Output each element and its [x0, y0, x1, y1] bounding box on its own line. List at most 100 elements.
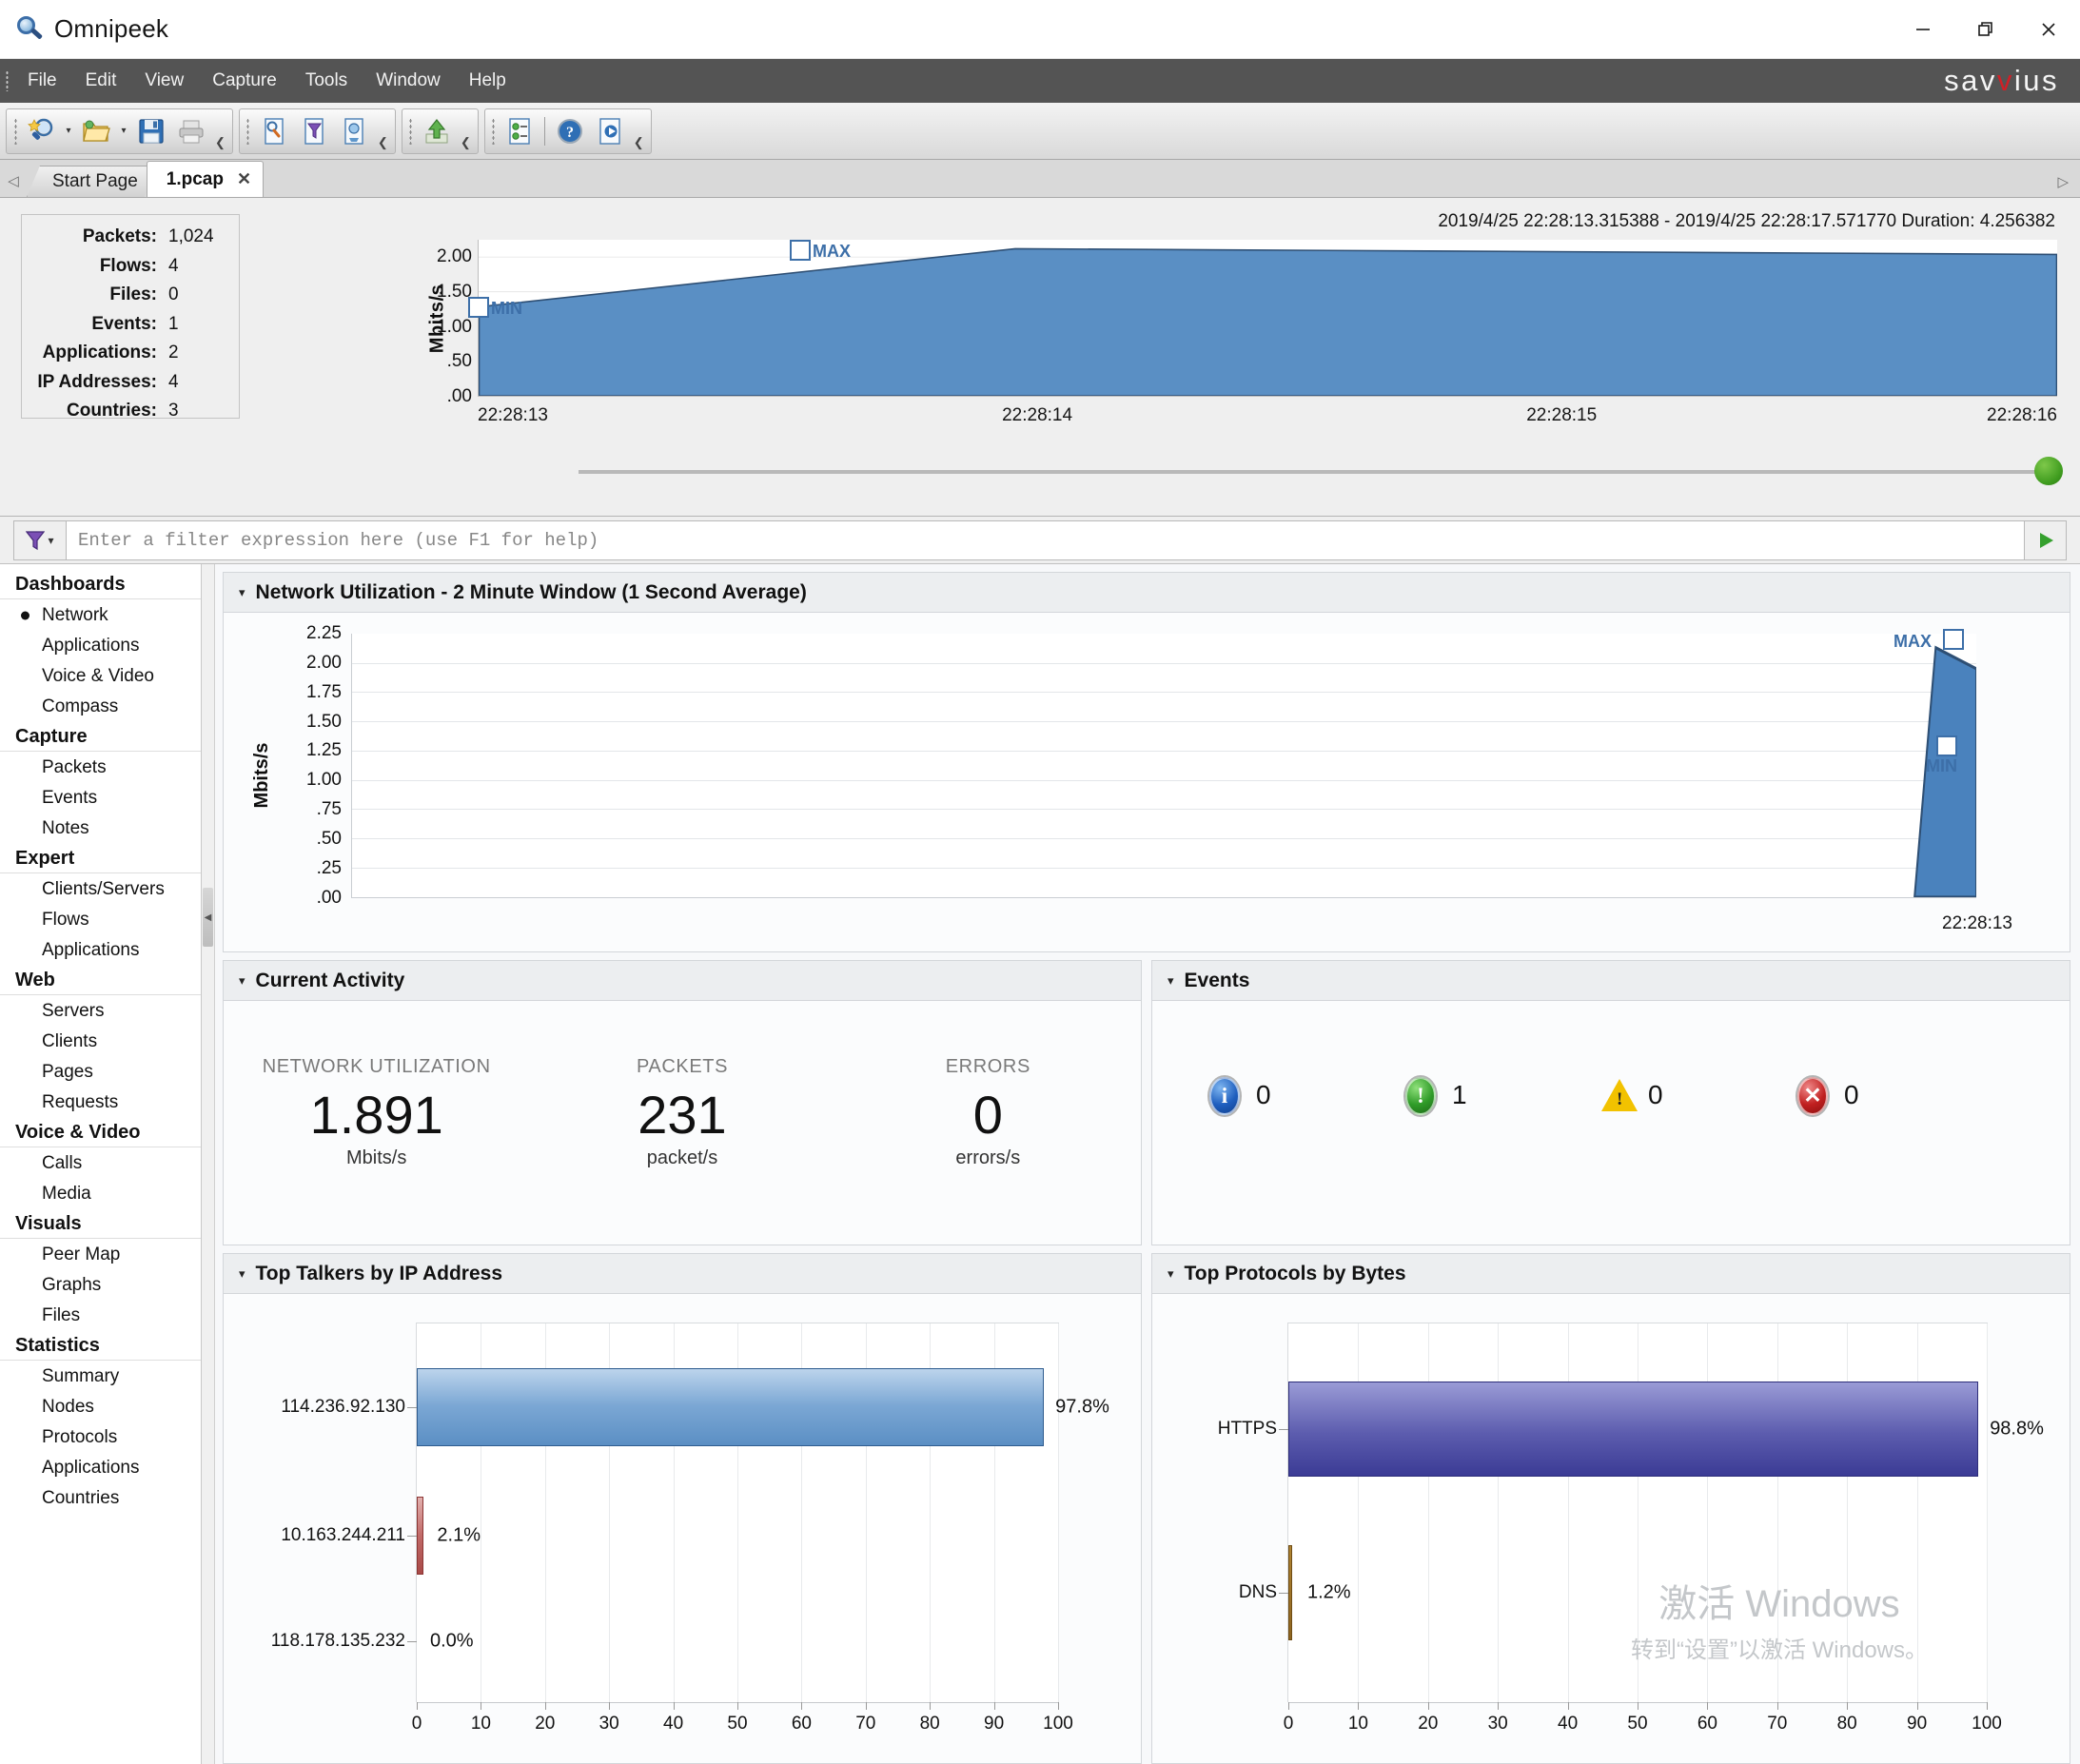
- upload-icon[interactable]: [417, 111, 457, 151]
- top-talkers-chart[interactable]: 114.236.92.130 97.8% 10.163.244.211 2.1%…: [224, 1294, 1141, 1763]
- maximize-restore-button[interactable]: [1954, 0, 2017, 58]
- close-icon[interactable]: ✕: [237, 169, 251, 189]
- tab-1-pcap[interactable]: 1.pcap ✕: [146, 161, 265, 197]
- collapse-caret-icon[interactable]: ▾: [239, 585, 245, 600]
- sidebar-item-applications-stats[interactable]: Applications: [0, 1453, 201, 1483]
- sidebar-item-servers[interactable]: Servers: [0, 996, 201, 1027]
- filter-dropdown-button[interactable]: ▾: [13, 519, 67, 560]
- toolbar-overflow-icon[interactable]: ❮: [374, 135, 392, 150]
- sidebar-item-packets[interactable]: Packets: [0, 753, 201, 783]
- toolbar-grip[interactable]: [10, 115, 21, 147]
- minimize-button[interactable]: [1892, 0, 1954, 58]
- sidebar-item-requests[interactable]: Requests: [0, 1088, 201, 1118]
- menu-help[interactable]: Help: [455, 59, 520, 103]
- save-icon[interactable]: [131, 111, 171, 151]
- toolbar-grip[interactable]: [243, 115, 254, 147]
- sidebar-item-nodes[interactable]: Nodes: [0, 1392, 201, 1422]
- current-activity-header[interactable]: ▾ Current Activity: [224, 961, 1141, 1001]
- panel-title: Top Talkers by IP Address: [255, 1262, 503, 1284]
- top-protocols-chart[interactable]: HTTPS 98.8% DNS 1.2% 激活 Windows 转到“设置”以激…: [1152, 1294, 2070, 1763]
- collapse-caret-icon[interactable]: ▾: [1168, 973, 1174, 989]
- print-icon[interactable]: [171, 111, 211, 151]
- sidebar-item-files[interactable]: Files: [0, 1301, 201, 1331]
- menu-window[interactable]: Window: [362, 59, 455, 103]
- tab-scroll-left-icon[interactable]: ◁: [0, 172, 27, 197]
- sidebar-item-peer-map[interactable]: Peer Map: [0, 1240, 201, 1270]
- collapse-caret-icon[interactable]: ▾: [1168, 1266, 1174, 1282]
- toolbar-grip[interactable]: [405, 115, 417, 147]
- sidebar-item-network[interactable]: Network: [0, 600, 201, 631]
- new-capture-icon[interactable]: [21, 111, 61, 151]
- top-protocols-header[interactable]: ▾ Top Protocols by Bytes: [1152, 1254, 2070, 1294]
- packet-decode-icon[interactable]: [254, 111, 294, 151]
- sidebar-item-calls[interactable]: Calls: [0, 1148, 201, 1179]
- sidebar-item-protocols[interactable]: Protocols: [0, 1422, 201, 1453]
- filter-expression-input[interactable]: Enter a filter expression here (use F1 f…: [67, 519, 2025, 560]
- capture-timestamp-range: 2019/4/25 22:28:13.315388 - 2019/4/25 22…: [1438, 211, 2055, 231]
- sidebar-item-compass[interactable]: Compass: [0, 692, 201, 722]
- menu-edit[interactable]: Edit: [71, 59, 131, 103]
- apply-filter-button[interactable]: [2025, 519, 2067, 560]
- timeline-x-labels: 22:28:13 22:28:14 22:28:15 22:28:16: [478, 405, 2057, 430]
- help-icon[interactable]: ?: [550, 111, 590, 151]
- network-utilization-header[interactable]: ▾ Network Utilization - 2 Minute Window …: [224, 573, 2070, 613]
- collapse-caret-icon[interactable]: ▾: [239, 973, 245, 989]
- tab-start-page[interactable]: Start Page: [27, 166, 158, 197]
- toolbar-overflow-icon[interactable]: ❮: [630, 135, 648, 150]
- bar-segment[interactable]: [1288, 1544, 1293, 1640]
- bar-segment[interactable]: [1288, 1382, 1979, 1478]
- menu-file[interactable]: File: [13, 59, 71, 103]
- open-file-dropdown-icon[interactable]: ▾: [116, 111, 131, 151]
- top-talkers-header[interactable]: ▾ Top Talkers by IP Address: [224, 1254, 1141, 1294]
- open-file-icon[interactable]: [76, 111, 116, 151]
- sidebar-item-pages[interactable]: Pages: [0, 1057, 201, 1088]
- summary-value: 4: [168, 371, 179, 392]
- bar-segment[interactable]: [417, 1496, 424, 1575]
- x-tick: 0: [411, 1714, 422, 1734]
- bar-segment[interactable]: [417, 1367, 1045, 1446]
- sidebar-collapse-handle[interactable]: ◀: [203, 888, 213, 947]
- about-icon[interactable]: [590, 111, 630, 151]
- sidebar-item-flows[interactable]: Flows: [0, 905, 201, 935]
- summary-label: Events:: [91, 313, 157, 334]
- event-informational[interactable]: i 0: [1209, 1077, 1405, 1115]
- sidebar-item-media[interactable]: Media: [0, 1179, 201, 1209]
- capture-options-icon[interactable]: [334, 111, 374, 151]
- sidebar-item-applications-expert[interactable]: Applications: [0, 935, 201, 966]
- sidebar-item-notes[interactable]: Notes: [0, 813, 201, 844]
- sidebar-item-summary[interactable]: Summary: [0, 1362, 201, 1392]
- event-major[interactable]: 0: [1601, 1077, 1797, 1113]
- close-window-button[interactable]: [2017, 0, 2080, 58]
- new-capture-dropdown-icon[interactable]: ▾: [61, 111, 76, 151]
- sidebar-item-countries[interactable]: Countries: [0, 1483, 201, 1514]
- tab-scroll-right-icon[interactable]: ▷: [2057, 173, 2069, 190]
- toolbar-grip[interactable]: [488, 115, 500, 147]
- network-utilization-chart[interactable]: Mbits/s 2.25 2.00 1.75 1.50 1.25 1.00 .7…: [224, 613, 2070, 951]
- event-minor[interactable]: ! 1: [1405, 1077, 1601, 1115]
- menu-view[interactable]: View: [130, 59, 198, 103]
- summary-row-files: Files: 0: [22, 281, 227, 310]
- collapse-caret-icon[interactable]: ▾: [239, 1266, 245, 1282]
- sidebar-item-voice-video-dash[interactable]: Voice & Video: [0, 661, 201, 692]
- menu-capture[interactable]: Capture: [198, 59, 291, 103]
- sidebar-item-graphs[interactable]: Graphs: [0, 1270, 201, 1301]
- sidebar-item-clients[interactable]: Clients: [0, 1027, 201, 1057]
- toolbar-overflow-icon[interactable]: ❮: [457, 135, 475, 150]
- sidebar-item-clients-servers[interactable]: Clients/Servers: [0, 874, 201, 905]
- menu-tools[interactable]: Tools: [291, 59, 362, 103]
- timeline-slider-track[interactable]: [579, 470, 2051, 474]
- events-header[interactable]: ▾ Events: [1152, 961, 2070, 1001]
- toolbar-overflow-icon[interactable]: ❮: [211, 135, 229, 150]
- sidebar-splitter[interactable]: ◀: [202, 564, 215, 1764]
- timeline-overview-chart[interactable]: Mbits/s 2.00 1.50 1.00 .50 .00 MIN MAX: [427, 240, 2057, 406]
- dashboard-content: ▾ Network Utilization - 2 Minute Window …: [215, 564, 2080, 1764]
- event-severe[interactable]: ✕ 0: [1797, 1077, 1993, 1115]
- bottom-row: ▾ Top Talkers by IP Address 114.236.92.1…: [223, 1253, 2070, 1764]
- mid-row: ▾ Current Activity NETWORK UTILIZATION 1…: [223, 960, 2070, 1245]
- x-tick: 90: [1907, 1714, 1928, 1734]
- timeline-slider-thumb[interactable]: [2034, 457, 2063, 485]
- sidebar-item-applications-dash[interactable]: Applications: [0, 631, 201, 661]
- sidebar-item-events[interactable]: Events: [0, 783, 201, 813]
- filter-icon[interactable]: [294, 111, 334, 151]
- select-related-icon[interactable]: [500, 111, 540, 151]
